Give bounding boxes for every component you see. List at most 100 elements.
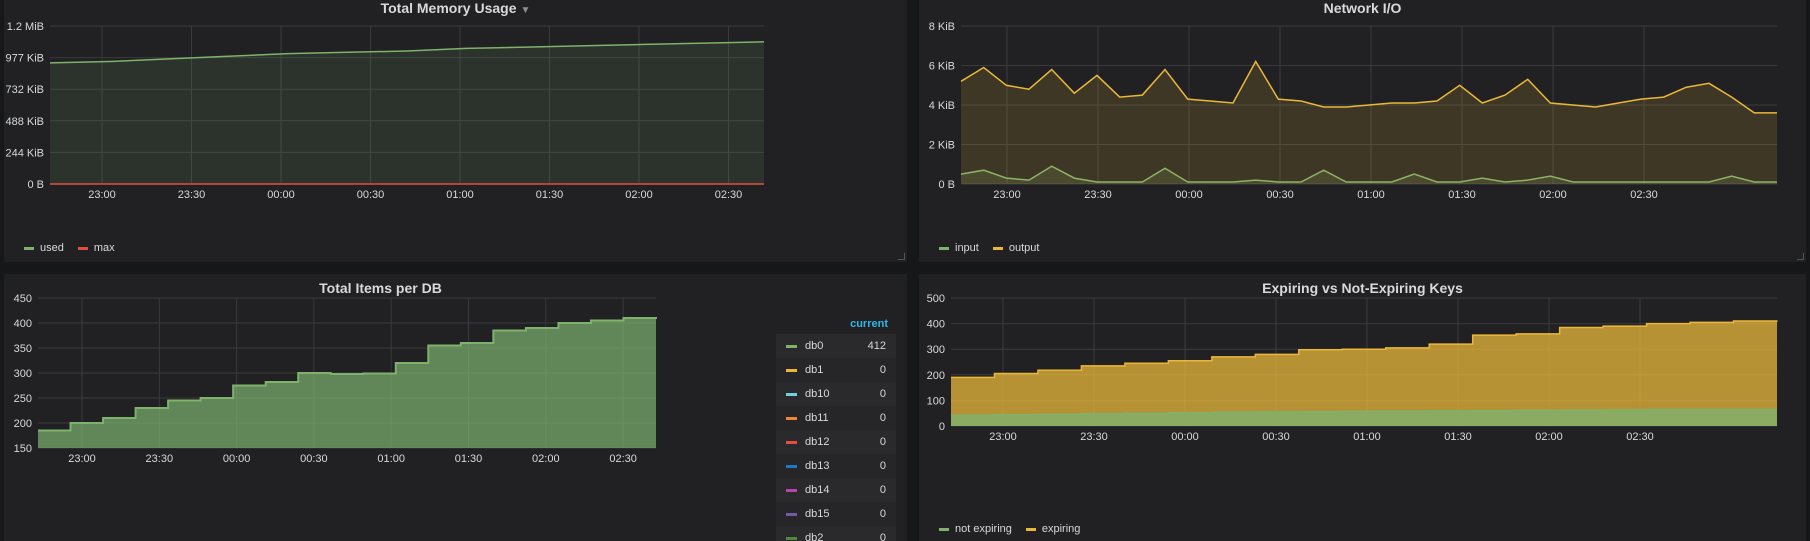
legend-value: 0 (879, 388, 886, 400)
y-tick-label: 200 (14, 418, 32, 430)
expiring-chart[interactable]: 0 100 200 300 400 500 23:00 23:30 00:00 00:30 01:0… (919, 274, 1806, 514)
legend-row-db10[interactable]: db10 0 (776, 382, 896, 406)
y-tick-label: 1.2 MiB (7, 21, 44, 33)
items-panel: Total Items per DB 150 200 250 300 350 400 450… (4, 274, 907, 541)
resize-handle-icon[interactable] (898, 253, 905, 260)
legend-value: 0 (879, 532, 886, 541)
resize-handle-icon[interactable] (1797, 253, 1804, 260)
legend-swatch (992, 246, 1003, 250)
legend-row-db15[interactable]: db15 0 (776, 502, 896, 526)
y-tick-label: 4 KiB (929, 100, 955, 112)
x-tick-label: 00:00 (267, 189, 295, 201)
x-tick-label: 00:30 (1262, 431, 1290, 443)
y-tick-label: 2 KiB (929, 140, 955, 152)
legend-value: 0 (879, 436, 886, 448)
x-tick-label: 23:30 (1080, 431, 1108, 443)
x-tick-label: 01:00 (1357, 189, 1385, 201)
x-tick-label: 23:00 (989, 431, 1017, 443)
legend-item-not-expiring[interactable]: not expiring (939, 523, 1012, 535)
series-area-db0 (38, 317, 656, 448)
y-tick-label: 200 (927, 370, 945, 382)
y-tick-label: 300 (927, 344, 945, 356)
legend-label: expiring (1041, 523, 1081, 535)
legend-swatch (786, 464, 797, 468)
legend-row-db0[interactable]: db0 412 (776, 334, 896, 358)
y-tick-label: 8 KiB (929, 21, 955, 33)
legend-label: db11 (805, 412, 829, 424)
legend-row-db13[interactable]: db13 0 (776, 454, 896, 478)
network-chart[interactable]: 0 B 2 KiB 4 KiB 6 KiB 8 KiB 23:00 23:30 00:00 00… (919, 0, 1806, 230)
legend-label: max (93, 242, 115, 254)
items-legend-table: current db0 412 db1 0 db10 0 db11 0 db12 0 db13 0 db… (776, 314, 896, 541)
legend-label: used (40, 242, 64, 254)
items-chart[interactable]: 150 200 250 300 350 400 450 23:00 23:30 00:00 00:3… (4, 274, 764, 541)
legend-item-output[interactable]: output (992, 242, 1039, 254)
legend-swatch (786, 392, 797, 396)
legend-value: 412 (867, 340, 886, 352)
y-tick-label: 488 KiB (5, 116, 44, 128)
x-tick-label: 02:00 (1535, 431, 1563, 443)
legend-item-used[interactable]: used (24, 242, 64, 254)
x-tick-label: 00:00 (1175, 189, 1203, 201)
y-tick-label: 0 (939, 421, 945, 433)
legend-swatch (24, 246, 34, 250)
x-tick-label: 02:30 (1626, 431, 1654, 443)
legend-value: 0 (879, 460, 886, 472)
x-tick-label: 00:30 (1266, 189, 1294, 201)
network-panel: Network I/O 0 B2 KiB 4 KiB 6 KiB 8 KiB 23:00… (919, 0, 1806, 262)
x-tick-label: 00:30 (357, 189, 385, 201)
legend-header-current[interactable]: current (776, 314, 896, 334)
legend-swatch (786, 368, 797, 372)
legend-row-db11[interactable]: db11 0 (776, 406, 896, 430)
legend-row-db2[interactable]: db2 0 (776, 526, 896, 541)
legend-swatch (939, 246, 949, 250)
x-tick-label: 23:00 (88, 189, 116, 201)
legend-item-input[interactable]: input (939, 242, 979, 254)
y-tick-label: 977 KiB (5, 53, 44, 65)
legend-label: db2 (805, 532, 824, 541)
expiring-legend: not expiring expiring (939, 523, 1080, 535)
series-area-output (961, 61, 1777, 184)
legend-value: 0 (879, 412, 886, 424)
x-tick-label: 02:30 (1630, 189, 1658, 201)
y-tick-label: 0 B (938, 179, 955, 191)
legend-item-expiring[interactable]: expiring (1025, 523, 1081, 535)
legend-swatch (786, 512, 797, 516)
legend-label: db1 (805, 364, 824, 376)
legend-value: 0 (879, 484, 886, 496)
legend-swatch (939, 527, 949, 531)
y-tick-label: 0 B (27, 179, 44, 191)
x-tick-label: 01:00 (446, 189, 474, 201)
x-tick-label: 23:30 (178, 189, 206, 201)
memory-panel: Total Memory Usage ▼ 0 B 244 KiB 488 KiB 732… (4, 0, 907, 262)
legend-label: not expiring (955, 523, 1012, 535)
network-legend: input output (939, 242, 1039, 254)
x-tick-label: 23:30 (1084, 189, 1112, 201)
x-tick-label: 23:00 (68, 453, 96, 465)
x-tick-label: 01:30 (455, 453, 483, 465)
y-tick-label: 500 (927, 293, 945, 305)
y-tick-label: 300 (14, 368, 32, 380)
legend-label: db10 (805, 388, 830, 400)
legend-label: db13 (805, 460, 830, 472)
y-tick-label: 400 (927, 319, 945, 331)
legend-row-db12[interactable]: db12 0 (776, 430, 896, 454)
x-tick-label: 00:30 (300, 453, 328, 465)
legend-label: db12 (805, 436, 830, 448)
memory-legend: used max (24, 242, 115, 254)
legend-swatch (786, 416, 797, 420)
legend-item-max[interactable]: max (77, 242, 115, 254)
legend-value: 0 (879, 364, 886, 376)
memory-chart[interactable]: 0 B 244 KiB 488 KiB 732 KiB 977 KiB 1.2 MiB 23… (4, 0, 907, 230)
y-tick-label: 450 (14, 293, 32, 305)
y-tick-label: 732 KiB (5, 84, 44, 96)
x-tick-label: 01:00 (377, 453, 405, 465)
x-tick-label: 02:00 (1539, 189, 1567, 201)
legend-row-db14[interactable]: db14 0 (776, 478, 896, 502)
legend-row-db1[interactable]: db1 0 (776, 358, 896, 382)
legend-label: input (955, 242, 979, 254)
x-tick-label: 02:00 (625, 189, 653, 201)
y-tick-label: 100 (927, 395, 945, 407)
y-tick-label: 400 (14, 318, 32, 330)
x-tick-label: 02:30 (715, 189, 743, 201)
